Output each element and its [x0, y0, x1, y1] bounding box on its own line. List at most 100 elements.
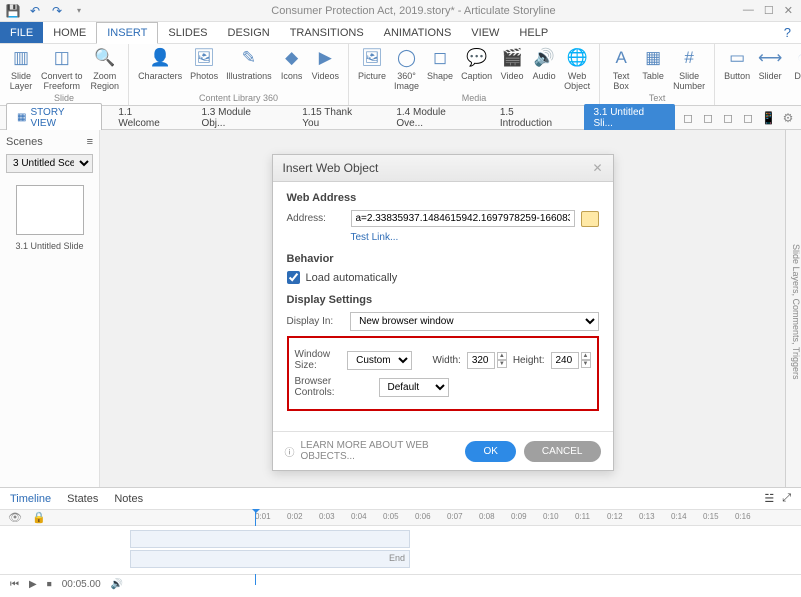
scene-tab[interactable]: 1.1 Welcome [108, 104, 185, 132]
learn-more-link[interactable]: LEARN MORE ABOUT WEB OBJECTS... [301, 440, 466, 462]
timeline-tab[interactable]: Timeline [10, 493, 51, 505]
file-tab[interactable]: FILE [0, 22, 43, 43]
scene-dropdown[interactable]: 3 Untitled Scene [6, 154, 93, 173]
timeline-clip[interactable]: End [130, 550, 410, 568]
timeline-clip[interactable] [130, 530, 410, 548]
width-down-icon[interactable]: ▼ [497, 360, 507, 368]
panel-menu-icon[interactable]: ≡ [87, 136, 93, 148]
eye-icon[interactable]: 👁 [8, 511, 22, 524]
slider-button[interactable]: ⟷Slider [755, 46, 785, 81]
phone-icon[interactable]: 📱 [761, 111, 775, 125]
width-input[interactable] [467, 352, 495, 369]
stop-icon[interactable]: ⏹ [47, 579, 52, 590]
scene-tab[interactable]: 1.15 Thank You [292, 104, 380, 132]
cancel-button[interactable]: CANCEL [524, 441, 601, 462]
ok-button[interactable]: OK [465, 441, 515, 462]
slide-thumbnail[interactable] [16, 185, 84, 235]
save-icon[interactable]: 💾 [6, 4, 20, 18]
dial-button[interactable]: ◔Dial [787, 46, 801, 81]
height-up-icon[interactable]: ▲ [581, 352, 591, 360]
slide-number-button[interactable]: #Slide Number [670, 46, 708, 91]
view-mode-icon[interactable]: ◻ [721, 111, 735, 125]
design-tab[interactable]: DESIGN [218, 22, 280, 43]
timeline-ruler[interactable]: 👁🔒 0:010:020:030:040:050:060:070:080:090… [0, 510, 801, 526]
image360-button[interactable]: ◯360° Image [391, 46, 422, 91]
view-mode-icon[interactable]: ◻ [741, 111, 755, 125]
undock-icon[interactable]: ⤢ [782, 492, 791, 505]
characters-button[interactable]: 👤Characters [135, 46, 185, 81]
rewind-icon[interactable]: ⏮ [10, 579, 19, 590]
photos-button[interactable]: 🖼Photos [187, 46, 221, 81]
volume-icon[interactable]: 🔊 [111, 579, 123, 590]
ruler-tick: 0:12 [607, 512, 623, 521]
scene-tab[interactable]: 1.3 Module Obj... [191, 104, 286, 132]
minimize-icon[interactable]: — [743, 4, 754, 17]
highlight-box: Window Size: Custom Width: ▲▼ Height: ▲▼… [287, 336, 599, 411]
picture-button[interactable]: 🖼Picture [355, 46, 389, 91]
redo-icon[interactable]: ↷ [50, 4, 64, 18]
shape-button[interactable]: ◻Shape [424, 46, 456, 91]
table-button[interactable]: ▦Table [638, 46, 668, 91]
ruler-tick: 0:15 [703, 512, 719, 521]
ruler-tick: 0:11 [575, 512, 590, 521]
video-button[interactable]: 🎬Video [497, 46, 527, 91]
web-object-button[interactable]: 🌐Web Object [561, 46, 593, 91]
display-in-label: Display In: [287, 316, 345, 327]
states-tab[interactable]: States [67, 493, 98, 505]
story-view-tab[interactable]: ▦STORY VIEW [6, 103, 102, 133]
undo-icon[interactable]: ↶ [28, 4, 42, 18]
help-icon[interactable]: ? [774, 22, 801, 43]
convert-freeform-button[interactable]: ◫Convert to Freeform [38, 46, 86, 91]
transitions-tab[interactable]: TRANSITIONS [280, 22, 374, 43]
web-address-heading: Web Address [287, 192, 599, 204]
ruler-tick: 0:03 [319, 512, 335, 521]
height-down-icon[interactable]: ▼ [581, 360, 591, 368]
play-icon[interactable]: ▶ [29, 579, 37, 590]
home-tab[interactable]: HOME [43, 22, 96, 43]
ribbon: ▥Slide Layer ◫Convert to Freeform 🔍Zoom … [0, 44, 801, 106]
browser-controls-select[interactable]: Default [379, 378, 449, 397]
audio-button[interactable]: 🔊Audio [529, 46, 559, 91]
lock-icon[interactable]: 🔒 [32, 511, 46, 524]
right-rail[interactable]: Slide Layers, Comments, Triggers [785, 130, 801, 487]
text-box-button[interactable]: AText Box [606, 46, 636, 91]
zoom-region-button[interactable]: 🔍Zoom Region [88, 46, 123, 91]
ruler-tick: 0:05 [383, 512, 399, 521]
load-auto-checkbox[interactable] [287, 271, 300, 284]
icons-button[interactable]: ◆Icons [277, 46, 307, 81]
view-tab[interactable]: VIEW [461, 22, 509, 43]
slides-tab[interactable]: SLIDES [158, 22, 217, 43]
timeline-icon[interactable]: ☱ [764, 492, 774, 505]
notes-tab[interactable]: Notes [114, 493, 143, 505]
help-tab[interactable]: HELP [509, 22, 558, 43]
animations-tab[interactable]: ANIMATIONS [374, 22, 462, 43]
caption-button[interactable]: 💬Caption [458, 46, 495, 91]
address-input[interactable] [351, 210, 575, 227]
insert-tab[interactable]: INSERT [96, 22, 158, 44]
timeline-tracks[interactable]: End [0, 526, 801, 574]
height-input[interactable] [551, 352, 579, 369]
display-in-select[interactable]: New browser window [350, 312, 598, 331]
maximize-icon[interactable]: ☐ [764, 4, 774, 17]
width-up-icon[interactable]: ▲ [497, 352, 507, 360]
close-icon[interactable]: ✕ [784, 4, 793, 17]
dialog-close-icon[interactable]: ✕ [592, 161, 602, 175]
browse-folder-icon[interactable] [581, 211, 599, 227]
button-button[interactable]: ▭Button [721, 46, 753, 81]
qat-dropdown-icon[interactable]: ▾ [72, 4, 86, 18]
test-link[interactable]: Test Link... [351, 232, 599, 243]
window-size-select[interactable]: Custom [347, 351, 412, 370]
view-mode-icon[interactable]: ◻ [701, 111, 715, 125]
gear-icon[interactable]: ⚙ [781, 111, 795, 125]
view-mode-icon[interactable]: ◻ [681, 111, 695, 125]
illustrations-button[interactable]: ✎Illustrations [223, 46, 275, 81]
canvas: Insert Web Object✕ Web Address Address: … [100, 130, 785, 487]
height-label: Height: [513, 355, 545, 366]
scene-tab-active[interactable]: 3.1 Untitled Sli... [584, 104, 676, 132]
scene-tab[interactable]: 1.4 Module Ove... [386, 104, 484, 132]
videos-button[interactable]: ▶Videos [309, 46, 342, 81]
title-bar: 💾 ↶ ↷ ▾ Consumer Protection Act, 2019.st… [0, 0, 801, 22]
stage: Scenes≡ 3 Untitled Scene 3.1 Untitled Sl… [0, 130, 785, 487]
slide-layer-button[interactable]: ▥Slide Layer [6, 46, 36, 91]
scene-tab[interactable]: 1.5 Introduction [490, 104, 578, 132]
